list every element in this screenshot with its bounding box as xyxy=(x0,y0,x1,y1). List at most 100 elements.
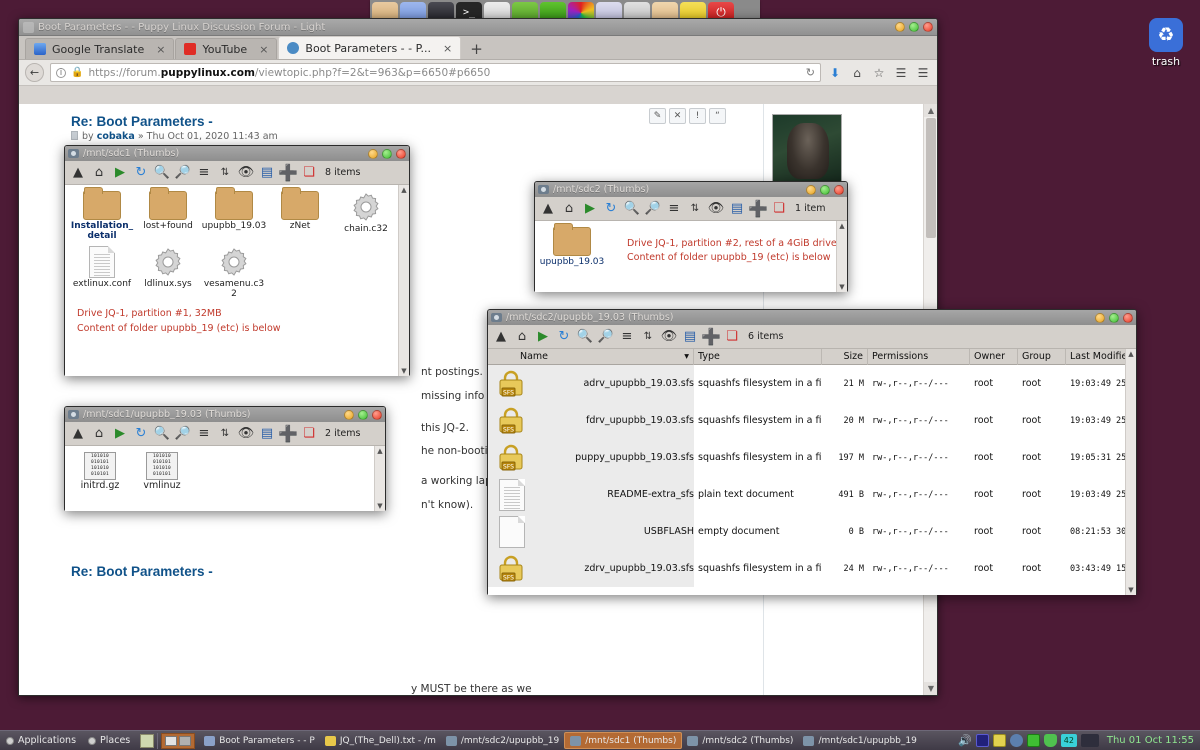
column-header-name[interactable]: Name ▾ xyxy=(516,349,694,365)
task-button-sdc2[interactable]: /mnt/sdc2 (Thumbs) xyxy=(682,732,798,749)
plus-icon[interactable]: ➕ xyxy=(748,199,768,218)
up-icon[interactable]: ▲ xyxy=(69,164,87,182)
clipboard-icon[interactable] xyxy=(992,734,1006,747)
window-titlebar[interactable]: /mnt/sdc1/upupbb_19.03 (Thumbs) xyxy=(65,407,385,422)
resize-icon[interactable]: ❏ xyxy=(300,425,318,443)
up-icon[interactable]: ▲ xyxy=(492,328,510,346)
file-manager-window-sdc1[interactable]: /mnt/sdc1 (Thumbs) ▲ ⌂ ▶ ↻ 🔍 🔎 ≡ ⇅ 👁 ▤ ➕… xyxy=(64,145,410,376)
refresh-icon[interactable]: ↻ xyxy=(132,164,150,182)
task-button-sdc2-upupbb[interactable]: /mnt/sdc2/upupbb_19 xyxy=(441,732,564,749)
refresh-icon[interactable]: ↻ xyxy=(555,328,573,346)
close-button[interactable] xyxy=(1123,312,1133,323)
scrollbar-thumb[interactable] xyxy=(926,118,936,238)
list-icon[interactable]: ≡ xyxy=(618,328,636,346)
zoom-in-icon[interactable]: 🔍 xyxy=(153,425,171,443)
tab-google-translate[interactable]: Google Translate × xyxy=(25,38,175,59)
table-row[interactable]: SFS zdrv_upupbb_19.03.sfs squashfs files… xyxy=(488,550,1136,587)
file-manager-window-detail[interactable]: /mnt/sdc2/upupbb_19.03 (Thumbs) ▲ ⌂ ▶ ↻ … xyxy=(487,309,1137,595)
scroll-down-arrow[interactable]: ▼ xyxy=(399,366,409,376)
maximize-button[interactable] xyxy=(909,22,919,32)
home-icon[interactable]: ⌂ xyxy=(513,328,531,346)
reload-icon[interactable]: ↻ xyxy=(806,66,815,79)
resize-icon[interactable]: ❏ xyxy=(723,328,741,346)
new-tab-button[interactable]: + xyxy=(462,39,491,59)
window-titlebar[interactable]: /mnt/sdc2/upupbb_19.03 (Thumbs) xyxy=(488,310,1136,325)
window-titlebar[interactable]: /mnt/sdc2 (Thumbs) xyxy=(535,182,847,197)
scroll-up-arrow[interactable]: ▲ xyxy=(1126,349,1136,359)
home-icon[interactable]: ⌂ xyxy=(560,200,578,218)
home-icon[interactable]: ⌂ xyxy=(90,164,108,182)
close-button[interactable] xyxy=(834,184,844,195)
download-icon[interactable]: ⬇ xyxy=(827,66,843,80)
list-icon[interactable]: ≡ xyxy=(665,200,683,218)
file-item[interactable]: ldlinux.sys xyxy=(135,246,201,300)
home-icon[interactable]: ⌂ xyxy=(849,66,865,80)
details-icon[interactable]: ▤ xyxy=(728,200,746,218)
close-button[interactable] xyxy=(372,409,382,420)
column-header-group[interactable]: Group xyxy=(1018,349,1066,365)
tab-youtube[interactable]: YouTube × xyxy=(175,38,278,59)
list-icon[interactable]: ≡ xyxy=(195,425,213,443)
task-button-texteditor[interactable]: JQ_(The_Dell).txt - /m xyxy=(320,732,441,749)
details-icon[interactable]: ▤ xyxy=(681,328,699,346)
table-row[interactable]: README-extra_sfs plain text document 491… xyxy=(488,476,1136,513)
forward-icon[interactable]: ▶ xyxy=(111,425,129,443)
url-input[interactable]: i 🔒 https://forum.puppylinux.com/viewtop… xyxy=(50,63,821,82)
pager-icon[interactable] xyxy=(161,732,196,749)
minimize-button[interactable] xyxy=(368,148,378,159)
up-icon[interactable]: ▲ xyxy=(539,200,557,218)
places-menu[interactable]: Places xyxy=(82,735,136,746)
navigation-toolbar[interactable]: ← i 🔒 https://forum.puppylinux.com/viewt… xyxy=(19,60,937,86)
library-icon[interactable]: ☰ xyxy=(893,66,909,80)
file-list-area[interactable]: Name ▾ Type Size Permissions Owner Group… xyxy=(488,349,1136,595)
column-header-owner[interactable]: Owner xyxy=(970,349,1018,365)
home-icon[interactable]: ⌂ xyxy=(90,425,108,443)
sort-icon[interactable]: ⇅ xyxy=(639,328,657,346)
tab-strip[interactable]: Google Translate × YouTube × Boot Parame… xyxy=(19,36,937,60)
volume-icon[interactable]: 🔊 xyxy=(958,734,972,747)
trash-desktop-icon[interactable]: ♻ trash xyxy=(1140,18,1192,68)
quote-icon[interactable]: “ xyxy=(709,108,726,124)
scroll-down-arrow[interactable]: ▼ xyxy=(375,501,385,511)
task-button-sdc1[interactable]: /mnt/sdc1 (Thumbs) xyxy=(564,732,683,749)
file-item[interactable]: 101010 010101 101010 010101 initrd.gz xyxy=(69,452,131,492)
scroll-up-arrow[interactable]: ▲ xyxy=(399,185,409,195)
column-header-type[interactable]: Type xyxy=(694,349,822,365)
plus-icon[interactable]: ➕ xyxy=(701,327,721,346)
forward-icon[interactable]: ▶ xyxy=(111,164,129,182)
file-item[interactable]: Installation_detail xyxy=(69,187,135,242)
eye-icon[interactable]: 👁 xyxy=(237,425,255,443)
zoom-fit-icon[interactable]: 🔎 xyxy=(644,200,662,218)
scroll-up-arrow[interactable]: ▲ xyxy=(837,221,847,231)
battery-icon[interactable] xyxy=(1026,734,1040,747)
scroll-up-arrow[interactable]: ▲ xyxy=(924,104,937,117)
zoom-in-icon[interactable]: 🔍 xyxy=(623,200,641,218)
forward-icon[interactable]: ▶ xyxy=(581,200,599,218)
resize-icon[interactable]: ❏ xyxy=(770,200,788,218)
file-item[interactable]: zNet xyxy=(267,187,333,242)
file-list-scrollbar[interactable]: ▲ ▼ xyxy=(398,185,409,376)
post-action-buttons[interactable]: ✎ ✕ ! “ xyxy=(649,108,726,124)
eye-icon[interactable]: 👁 xyxy=(237,164,255,182)
show-desktop-icon[interactable] xyxy=(140,733,155,748)
shield-icon[interactable] xyxy=(1043,734,1057,747)
task-button-sdc1-upupbb[interactable]: /mnt/sdc1/upupbb_19 xyxy=(798,732,921,749)
tab-close-icon[interactable]: × xyxy=(156,43,165,56)
eye-icon[interactable]: 👁 xyxy=(660,328,678,346)
refresh-icon[interactable]: ↻ xyxy=(132,425,150,443)
zoom-fit-icon[interactable]: 🔎 xyxy=(174,425,192,443)
browser-titlebar[interactable]: Boot Parameters - - Puppy Linux Discussi… xyxy=(19,19,937,36)
file-list-scrollbar[interactable]: ▲ ▼ xyxy=(1125,349,1136,595)
file-manager-window-sdc1-upupbb[interactable]: /mnt/sdc1/upupbb_19.03 (Thumbs) ▲ ⌂ ▶ ↻ … xyxy=(64,406,386,511)
file-item[interactable]: lost+found xyxy=(135,187,201,242)
sort-icon[interactable]: ⇅ xyxy=(216,425,234,443)
sort-icon[interactable]: ⇅ xyxy=(216,164,234,182)
sort-icon[interactable]: ⇅ xyxy=(686,200,704,218)
delete-icon[interactable]: ✕ xyxy=(669,108,686,124)
file-list-area[interactable]: Installation_detail lost+found upupbb_19… xyxy=(65,185,409,376)
list-icon[interactable]: ≡ xyxy=(195,164,213,182)
file-manager-window-sdc2[interactable]: /mnt/sdc2 (Thumbs) ▲ ⌂ ▶ ↻ 🔍 🔎 ≡ ⇅ 👁 ▤ ➕… xyxy=(534,181,848,292)
system-tray[interactable]: 🔊 42 Thu 01 Oct 11:55 xyxy=(958,734,1200,747)
keyboard-icon[interactable] xyxy=(975,734,989,747)
zoom-in-icon[interactable]: 🔍 xyxy=(576,328,594,346)
